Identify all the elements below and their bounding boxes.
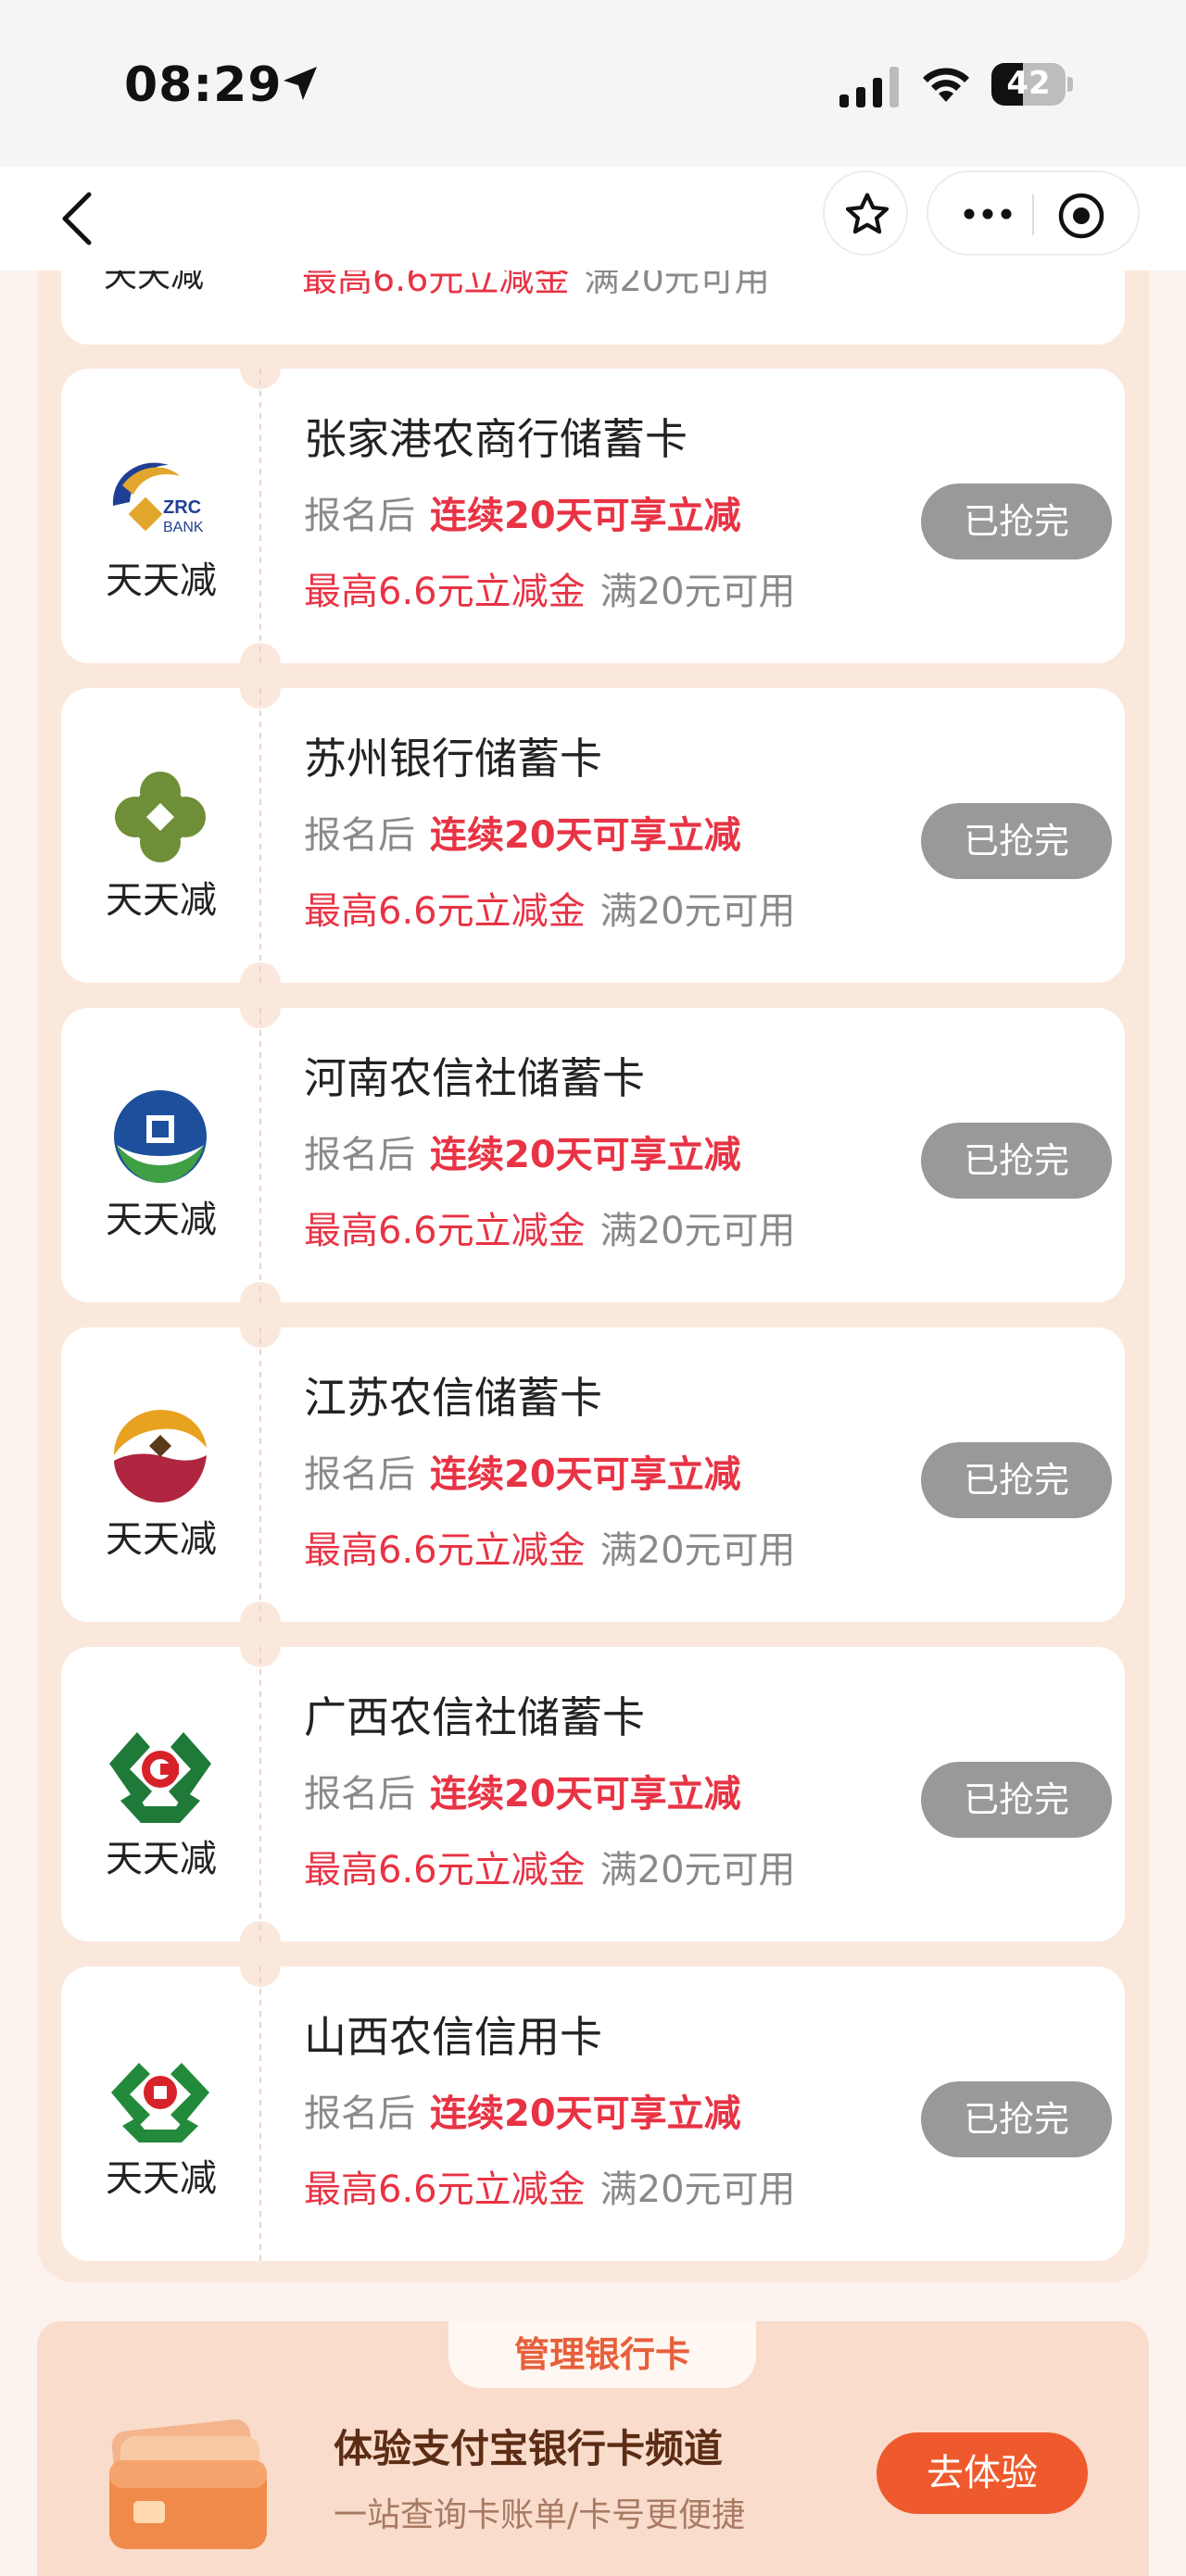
target-circle-icon[interactable]	[1056, 191, 1106, 241]
streak-text: 连续20天可享立减	[430, 1773, 741, 1816]
tiantian-label: 天天减	[106, 879, 217, 922]
favorite-button[interactable]	[823, 170, 908, 256]
guangxi-rcc-logo	[109, 1732, 211, 1823]
bank-cards-illustration	[109, 2419, 267, 2549]
bank-name: 苏州银行储蓄卡	[304, 734, 602, 784]
bank-name: 河南农信社储蓄卡	[304, 1053, 645, 1103]
after-signup-text: 报名后	[304, 1773, 415, 1816]
suzhou-bank-logo	[115, 772, 206, 862]
bank-name: 张家港农商行储蓄卡	[304, 414, 688, 464]
cellular-signal-icon	[839, 67, 899, 107]
coupon-card[interactable]: 天天减 山西农信信用卡 报名后 连续20天可享立减 最高6.6元立减金 满20元可用…	[61, 1946, 1125, 2261]
tiantian-label: 天天减	[106, 559, 217, 602]
battery-indicator: 42	[991, 63, 1073, 106]
sold-out-button[interactable]: 已抢完	[921, 1123, 1112, 1199]
sold-out-button[interactable]: 已抢完	[921, 1762, 1112, 1838]
after-signup-text: 报名后	[304, 1134, 415, 1176]
streak-text: 连续20天可享立减	[430, 2092, 741, 2135]
capsule-divider	[1032, 195, 1034, 235]
tiantian-label: 天天减	[106, 1518, 217, 1561]
min-spend-text: 满20元可用	[599, 1529, 796, 1572]
shanxi-rcc-logo	[111, 2063, 209, 2142]
svg-text:BANK: BANK	[163, 520, 204, 535]
status-bar: 08:29 42	[0, 0, 1186, 167]
banner-tag: 管理银行卡	[448, 2321, 756, 2388]
more-dots-icon[interactable]	[960, 191, 1016, 237]
tiantian-label: 天天减	[106, 1838, 217, 1880]
min-spend-text: 满20元可用	[599, 890, 796, 933]
mini-program-capsule	[927, 170, 1140, 256]
tiantian-label: 天天减	[106, 2157, 217, 2200]
jiangsu-rcc-logo	[114, 1410, 207, 1502]
max-discount-text: 最高6.6元立减金	[304, 571, 586, 613]
max-discount-text: 最高6.6元立减金	[304, 890, 586, 933]
sold-out-button[interactable]: 已抢完	[921, 1442, 1112, 1518]
streak-text: 连续20天可享立减	[430, 1453, 741, 1496]
after-signup-text: 报名后	[304, 1453, 415, 1496]
tiantian-label: 天天减	[106, 1199, 217, 1241]
max-discount-text: 最高6.6元立减金	[304, 2168, 586, 2211]
bank-name: 江苏农信储蓄卡	[304, 1373, 602, 1423]
coupon-card[interactable]: ZRC BANK 天天减 张家港农商行储蓄卡 报名后 连续20天可享立减 最高6.…	[61, 348, 1125, 684]
min-spend-text: 满20元可用	[599, 2168, 796, 2211]
tiantian-label: 天天减	[104, 270, 205, 295]
svg-text:ZRC: ZRC	[163, 497, 201, 518]
try-it-button[interactable]: 去体验	[877, 2432, 1088, 2514]
coupon-card[interactable]: 天天减 江苏农信储蓄卡 报名后 连续20天可享立减 最高6.6元立减金 满20元可用…	[61, 1307, 1125, 1642]
battery-level: 42	[1006, 65, 1051, 102]
min-spend-text: 满20元可用	[599, 571, 796, 613]
sold-out-button[interactable]: 已抢完	[921, 2081, 1112, 2157]
min-spend-text: 满20元可用	[599, 1210, 796, 1252]
min-spend-text: 满20元可用	[599, 1849, 796, 1891]
max-discount-text: 最高6.6元立减金	[304, 1849, 586, 1891]
banner-subtitle: 一站查询卡账单/卡号更便捷	[334, 2496, 746, 2534]
after-signup-text: 报名后	[304, 814, 415, 857]
sold-out-button[interactable]: 已抢完	[921, 803, 1112, 879]
location-arrow-icon	[284, 67, 317, 100]
after-signup-text: 报名后	[304, 2092, 415, 2135]
henan-rcc-logo	[114, 1090, 207, 1183]
bank-name: 广西农信社储蓄卡	[304, 1692, 645, 1742]
max-discount-text: 最高6.6元立减金	[304, 1529, 586, 1572]
after-signup-text: 报名后	[304, 495, 415, 537]
sold-out-button[interactable]: 已抢完	[921, 484, 1112, 559]
star-icon	[845, 193, 890, 234]
banner-title: 体验支付宝银行卡频道	[334, 2426, 724, 2471]
nav-bar	[0, 167, 1186, 270]
min-spend-text: 满20元可用	[584, 270, 770, 299]
bank-name: 山西农信信用卡	[304, 2012, 602, 2062]
wifi-icon	[923, 68, 969, 102]
max-discount-text: 最高6.6元立减金	[302, 270, 570, 299]
streak-text: 连续20天可享立减	[430, 1134, 741, 1176]
manage-bank-card-banner[interactable]: 管理银行卡 体验支付宝银行卡频道 一站查询卡账单/卡号更便捷 去体验	[37, 2321, 1149, 2576]
partial-coupon-card[interactable]: 天天减 最高6.6元立减金 满20元可用	[61, 270, 1125, 345]
zrc-bank-logo: ZRC BANK	[112, 462, 204, 535]
coupon-card[interactable]: 天天减 广西农信社储蓄卡 报名后 连续20天可享立减 最高6.6元立减金 满20元可…	[61, 1627, 1125, 1962]
coupon-card[interactable]: 天天减 苏州银行储蓄卡 报名后 连续20天可享立减 最高6.6元立减金 满20元可用…	[61, 668, 1125, 1003]
streak-text: 连续20天可享立减	[430, 814, 741, 857]
status-time: 08:29	[124, 57, 283, 113]
coupon-card[interactable]: 天天减 河南农信社储蓄卡 报名后 连续20天可享立减 最高6.6元立减金 满20元可…	[61, 987, 1125, 1323]
streak-text: 连续20天可享立减	[430, 495, 741, 537]
chevron-left-icon[interactable]	[46, 183, 111, 254]
max-discount-text: 最高6.6元立减金	[304, 1210, 586, 1252]
